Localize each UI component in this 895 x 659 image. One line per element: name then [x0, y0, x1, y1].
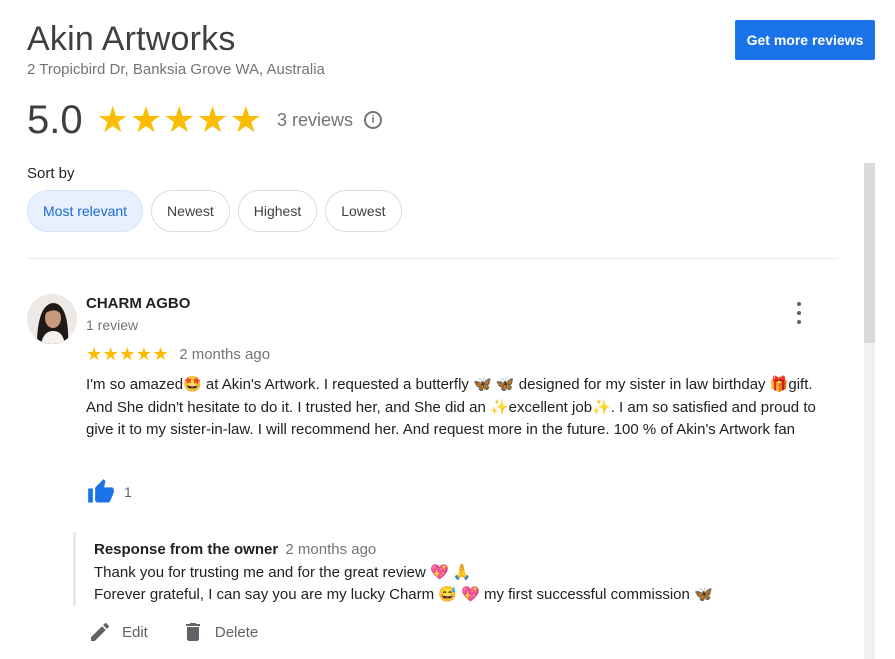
sort-highest-chip[interactable]: Highest — [237, 190, 318, 232]
response-actions: Edit Delete — [88, 620, 258, 644]
review-count: 3 reviews — [276, 109, 354, 130]
scrollbar-thumb[interactable] — [864, 163, 875, 343]
rating-summary: 5.0 ★★★★★ 3 reviews i — [27, 95, 383, 145]
rating-score: 5.0 — [27, 97, 83, 142]
review-stars: ★★★★★ — [86, 344, 170, 364]
sort-chips: Most relevant Newest Highest Lowest — [27, 190, 402, 232]
more-options-icon[interactable] — [788, 300, 810, 326]
info-icon[interactable]: i — [364, 111, 383, 129]
owner-response-line-1: Thank you for trusting me and for the gr… — [94, 564, 472, 581]
owner-response-line-2: Forever grateful, I can say you are my l… — [94, 586, 713, 603]
owner-response-header: Response from the owner 2 months ago — [94, 541, 376, 558]
edit-button[interactable]: Edit — [88, 620, 148, 644]
owner-response-time: 2 months ago — [285, 541, 377, 558]
sort-lowest-chip[interactable]: Lowest — [325, 190, 402, 232]
business-address: 2 Tropicbird Dr, Banksia Grove WA, Austr… — [27, 61, 325, 78]
rating-stars: ★★★★★ — [96, 99, 263, 140]
reviewer-name[interactable]: CHARM AGBO — [86, 295, 190, 312]
reviewer-avatar[interactable] — [27, 294, 77, 344]
get-more-reviews-button[interactable]: Get more reviews — [735, 20, 875, 60]
pencil-icon — [91, 622, 110, 641]
trash-icon — [185, 623, 200, 641]
divider — [27, 258, 838, 259]
scrollbar[interactable] — [864, 163, 875, 659]
owner-response-title: Response from the owner — [94, 541, 279, 558]
review-rating-row: ★★★★★ 2 months ago — [86, 344, 270, 365]
sort-label: Sort by — [27, 165, 75, 182]
sort-newest-chip[interactable]: Newest — [151, 190, 230, 232]
review-text: I'm so amazed🤩 at Akin's Artwork. I requ… — [86, 376, 816, 439]
business-name: Akin Artworks — [27, 20, 236, 58]
delete-label: Delete — [214, 623, 259, 641]
owner-response: Response from the owner 2 months ago Tha… — [73, 532, 813, 606]
edit-label: Edit — [122, 623, 148, 641]
thumbs-up-icon[interactable] — [86, 478, 116, 506]
reviewer-review-count: 1 review — [86, 317, 139, 333]
delete-button[interactable]: Delete — [181, 620, 258, 644]
sort-most-relevant-chip[interactable]: Most relevant — [27, 190, 144, 232]
review-time: 2 months ago — [179, 346, 271, 363]
avatar-photo — [27, 294, 77, 344]
like-count: 1 — [124, 484, 132, 500]
like-row: 1 — [86, 478, 132, 506]
